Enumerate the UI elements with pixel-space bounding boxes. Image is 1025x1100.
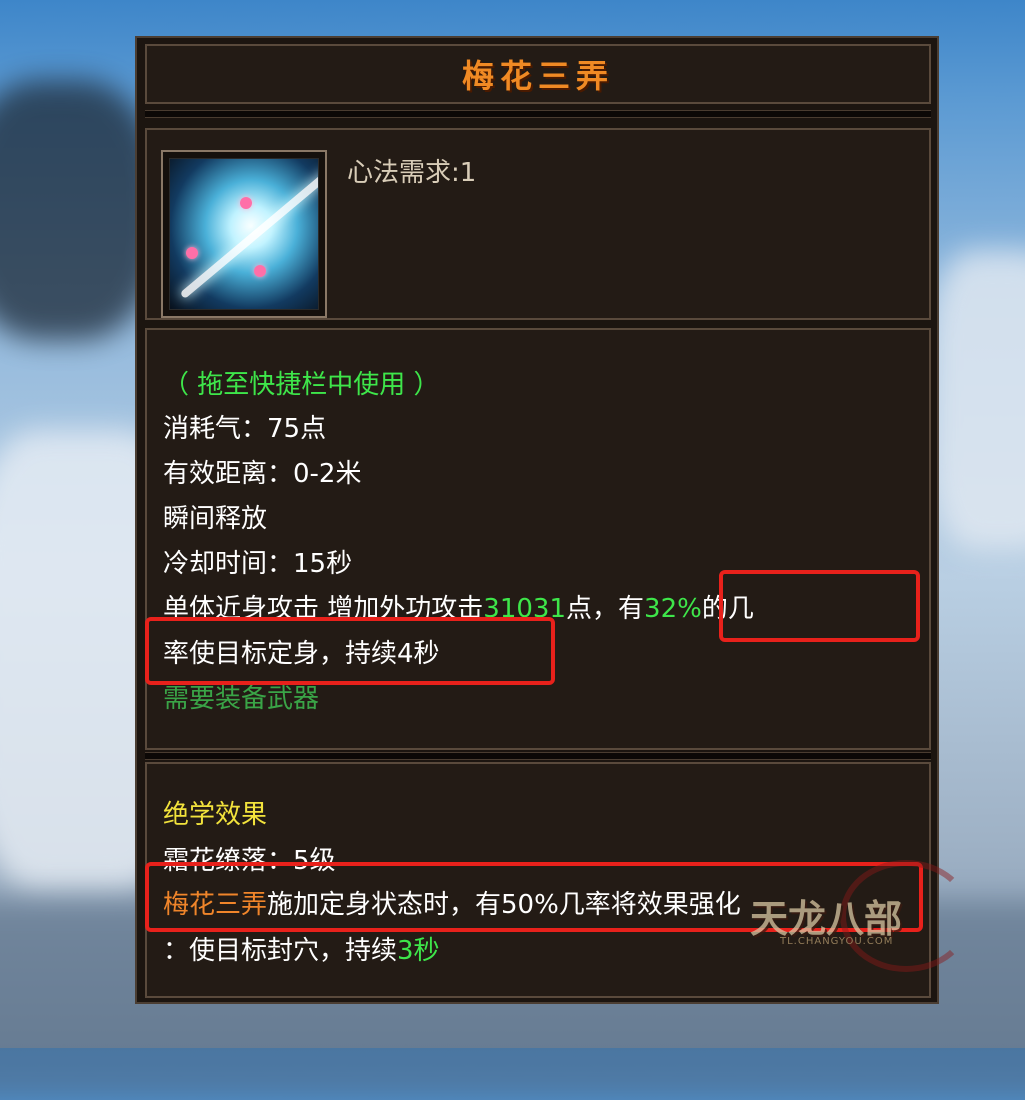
- range-line: 有效距离：0-2米: [163, 459, 362, 489]
- effect-percent: 32%: [644, 594, 702, 624]
- game-logo-watermark: 天龙八部 TL.CHANGYOU.COM: [730, 860, 980, 972]
- tooltip-header: 心法需求:1: [145, 128, 931, 320]
- effect-text-d: ，有: [592, 594, 645, 624]
- highlight-box-stun: [145, 617, 555, 685]
- skill-icon-frame: [161, 150, 327, 318]
- cost-line: 消耗气：75点: [163, 414, 327, 444]
- skill-tooltip: 梅花三弄 心法需求:1 （ 拖至快捷栏中使用 ） 消耗气：75点 有效距离：0-…: [135, 36, 939, 1004]
- skill-effect-text-2: ：使目标封穴，持续: [163, 936, 398, 966]
- logo-url: TL.CHANGYOU.COM: [780, 936, 894, 947]
- effect-text-c: 点: [566, 594, 593, 624]
- background-snow-right: [930, 250, 1025, 550]
- skill-title: 梅花三弄: [461, 57, 614, 95]
- highlight-box-percent: [719, 570, 920, 642]
- requirement-text: 心法需求:1: [347, 158, 477, 188]
- tooltip-description: （ 拖至快捷栏中使用 ） 消耗气：75点 有效距离：0-2米 瞬间释放 冷却时间…: [145, 328, 931, 750]
- usage-hint: （ 拖至快捷栏中使用 ）: [163, 370, 440, 400]
- skill-effect-line-2: ：使目标封穴，持续3秒: [163, 930, 440, 967]
- cast-line: 瞬间释放: [163, 504, 268, 534]
- divider: [145, 110, 931, 118]
- skill-effect-header: 绝学效果: [163, 800, 268, 830]
- divider: [145, 752, 931, 760]
- plum-blossom-skill-icon: [169, 158, 319, 310]
- skill-duration-value: 3秒: [397, 936, 440, 966]
- cooldown-line: 冷却时间：15秒: [163, 549, 353, 579]
- tooltip-title-bar: 梅花三弄: [145, 44, 931, 104]
- logo-text: 天龙八部: [750, 896, 903, 941]
